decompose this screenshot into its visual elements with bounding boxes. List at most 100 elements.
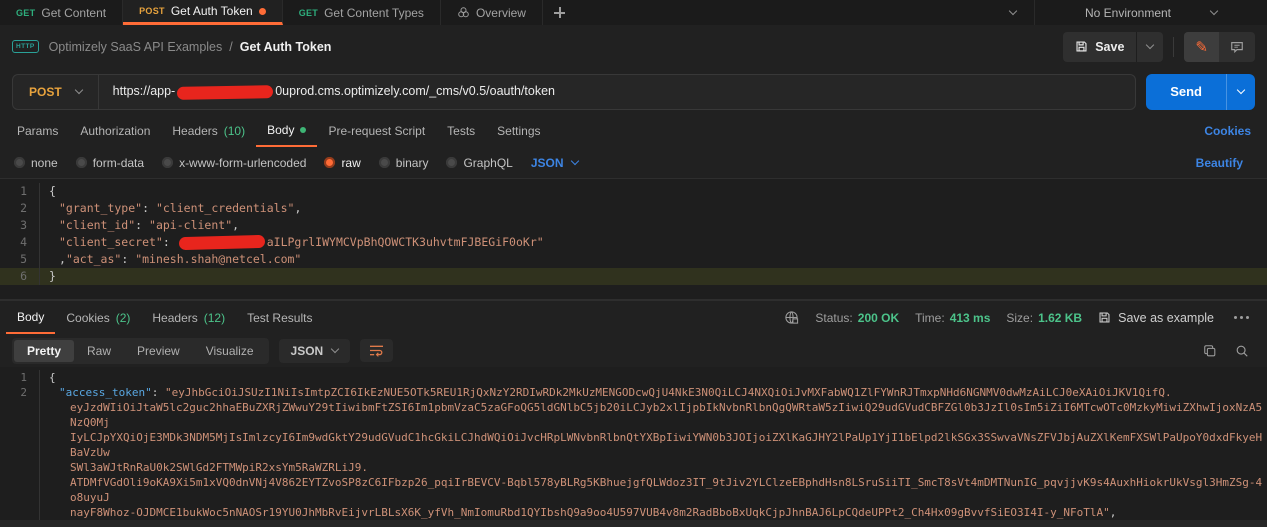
request-body-editor[interactable]: 1{2"grant_type": "client_credentials",3"… [0, 178, 1267, 300]
tab-label: Headers [152, 311, 197, 325]
code-line[interactable]: nayF8Whoz-OJDMCE1bukWoc5nNAOSr19YU0JhMbR… [0, 505, 1267, 520]
wrap-lines-button[interactable] [360, 339, 393, 362]
tab-headers[interactable]: Headers(10) [161, 115, 256, 147]
code-line[interactable]: 4"client_secret": aILPgrlIWYMCVpBhQOWCTK… [0, 234, 1267, 251]
body-mode-label: form-data [93, 156, 144, 170]
line-number: 3 [0, 217, 40, 234]
method-label: POST [139, 6, 165, 16]
save-as-example-label: Save as example [1118, 311, 1214, 325]
time-value: 413 ms [950, 311, 991, 325]
tab-authorization[interactable]: Authorization [69, 115, 161, 147]
tab-bar: GETGet ContentPOSTGet Auth TokenGETGet C… [0, 0, 1267, 25]
chevron-down-icon [570, 157, 578, 165]
body-mode-none[interactable]: none [14, 156, 58, 170]
body-mode-form-data[interactable]: form-data [76, 156, 144, 170]
comments-button[interactable] [1219, 32, 1255, 62]
code-content: } [40, 268, 1267, 285]
body-mode-x-www-form-urlencoded[interactable]: x-www-form-urlencoded [162, 156, 306, 170]
tab-get-auth-token[interactable]: POSTGet Auth Token [123, 0, 283, 25]
code-line[interactable]: 2"grant_type": "client_credentials", [0, 200, 1267, 217]
code-line[interactable]: 2"access_token": "eyJhbGciOiJSUzI1NiIsIm… [0, 385, 1267, 400]
tab-label: Settings [497, 124, 540, 138]
comment-icon [1230, 40, 1244, 54]
tab-overview[interactable]: Overview [441, 0, 543, 25]
plus-icon [554, 7, 565, 18]
edit-comment-group: ✎ [1184, 32, 1255, 62]
response-language-label: JSON [291, 344, 324, 358]
method-label: GET [299, 8, 318, 18]
code-line[interactable]: 6} [0, 268, 1267, 285]
search-icon[interactable] [1235, 344, 1249, 358]
breadcrumb-collection[interactable]: Optimizely SaaS API Examples [49, 40, 223, 54]
tab-tests[interactable]: Tests [436, 115, 486, 147]
body-mode-label: x-www-form-urlencoded [179, 156, 306, 170]
tab-settings[interactable]: Settings [486, 115, 551, 147]
save-button[interactable]: Save [1063, 32, 1136, 62]
code-line[interactable]: SWl3aWJtRnRaU0k2SWlGd2FTMWpiR2xsYm5RaWZR… [0, 460, 1267, 475]
code-content: "access_token": "eyJhbGciOiJSUzI1NiIsImt… [40, 385, 1267, 400]
response-tab-test-results[interactable]: Test Results [236, 301, 323, 334]
view-tab-preview[interactable]: Preview [124, 340, 193, 362]
size-indicator: Size:1.62 KB [1006, 311, 1082, 325]
header-actions: Save ✎ [1063, 32, 1255, 62]
body-language-label: JSON [531, 156, 564, 170]
tab-label: Get Content [41, 6, 106, 20]
code-line[interactable]: 5,"act_as": "minesh.shah@netcel.com" [0, 251, 1267, 268]
tab-pre-request-script[interactable]: Pre-request Script [317, 115, 436, 147]
status-value: 200 OK [858, 311, 899, 325]
line-number [0, 460, 40, 475]
code-line[interactable]: IyLCJpYXQiOjE3MDk3NDM5MjIsImlzcyI6Im9wdG… [0, 430, 1267, 460]
code-line[interactable]: eyJzdWIiOiJtaW5lc2guc2hhaEBuZXRjZWwuY29t… [0, 400, 1267, 430]
body-mode-raw[interactable]: raw [324, 156, 360, 170]
status-label: Status: [815, 311, 852, 325]
breadcrumb-current: Get Auth Token [240, 40, 332, 54]
tab-get-content-types[interactable]: GETGet Content Types [283, 0, 441, 25]
response-language-selector[interactable]: JSON [279, 339, 351, 363]
view-tab-raw[interactable]: Raw [74, 340, 124, 362]
code-line[interactable]: 1{ [0, 183, 1267, 200]
tab-get-content[interactable]: GETGet Content [0, 0, 123, 25]
network-icon[interactable] [784, 310, 799, 325]
cookies-link[interactable]: Cookies [1194, 115, 1261, 147]
code-content: IyLCJpYXQiOjE3MDk3NDM5MjIsImlzcyI6Im9wdG… [40, 430, 1267, 460]
save-as-example-button[interactable]: Save as example [1098, 311, 1214, 325]
tab-label: Test Results [247, 311, 312, 325]
code-line[interactable]: ATDMfVGdOli9oKA9Xi5m1xVQ0dnVNj4V862EYTZv… [0, 475, 1267, 505]
body-mode-binary[interactable]: binary [379, 156, 429, 170]
response-tab-headers[interactable]: Headers (12) [141, 301, 236, 334]
method-selector[interactable]: POST [13, 85, 98, 99]
view-tab-visualize[interactable]: Visualize [193, 340, 267, 362]
radio-icon [379, 157, 390, 168]
line-number [0, 400, 40, 430]
code-line[interactable]: 3"client_id": "api-client", [0, 217, 1267, 234]
chevron-down-icon [331, 345, 339, 353]
add-tab-button[interactable] [543, 0, 577, 25]
send-button[interactable]: Send [1146, 74, 1226, 110]
tab-label: Cookies [66, 311, 109, 325]
radio-icon [14, 157, 25, 168]
horizontal-scrollbar[interactable] [0, 520, 1267, 527]
beautify-link[interactable]: Beautify [1186, 156, 1253, 170]
line-number: 5 [0, 251, 40, 268]
response-tab-cookies[interactable]: Cookies(2) [55, 301, 141, 334]
body-language-selector[interactable]: JSON [531, 156, 578, 170]
copy-icon[interactable] [1203, 344, 1217, 358]
radio-icon [162, 157, 173, 168]
edit-request-button[interactable]: ✎ [1184, 32, 1219, 62]
response-tab-body[interactable]: Body [6, 301, 55, 334]
environment-selector[interactable]: No Environment [1034, 0, 1267, 25]
tab-overflow-button[interactable] [992, 0, 1034, 25]
tab-count: (12) [204, 311, 225, 325]
send-options-button[interactable] [1226, 74, 1255, 110]
body-mode-graphql[interactable]: GraphQL [446, 156, 512, 170]
code-line[interactable]: 1{ [0, 370, 1267, 385]
save-options-button[interactable] [1136, 32, 1163, 62]
view-tab-pretty[interactable]: Pretty [14, 340, 74, 362]
tab-body[interactable]: Body [256, 115, 317, 147]
response-body-viewer[interactable]: 1{2"access_token": "eyJhbGciOiJSUzI1NiIs… [0, 367, 1267, 520]
body-mode-label: raw [341, 156, 360, 170]
tab-params[interactable]: Params [6, 115, 69, 147]
url-input[interactable]: https://app-0uprod.cms.optimizely.com/_c… [99, 84, 569, 98]
size-label: Size: [1006, 311, 1033, 325]
more-options-icon[interactable] [1230, 316, 1253, 319]
